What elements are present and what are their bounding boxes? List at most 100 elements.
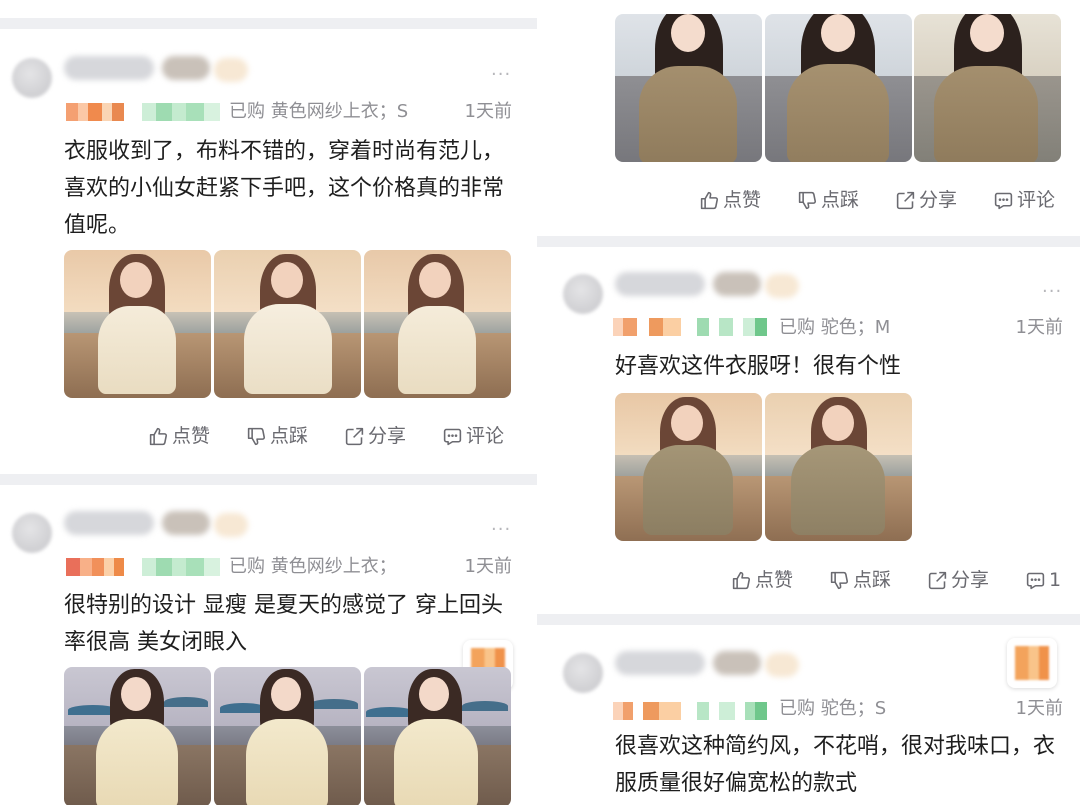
- share-icon: [896, 191, 915, 210]
- review-photo[interactable]: [364, 250, 511, 398]
- like-label: 点赞: [755, 569, 794, 591]
- comment-icon: [994, 192, 1013, 210]
- more-dots-icon[interactable]: ···: [1042, 283, 1062, 301]
- purchase-label: 已购: [229, 101, 265, 122]
- seller-badge: [1007, 638, 1057, 688]
- like-label: 点赞: [723, 189, 762, 211]
- dislike-label: 点踩: [821, 189, 860, 211]
- purchase-info: 已购 驼色；S: [779, 700, 886, 718]
- comment-icon: [443, 428, 462, 446]
- review-photo[interactable]: [914, 14, 1061, 162]
- review-feed: ··· 已购 黄色网纱上衣；S 1天前 衣服收到了，布料不错的，穿着时尚有范儿，…: [0, 0, 1080, 805]
- thumbs-down-icon: [247, 427, 266, 446]
- section-divider: [0, 18, 537, 29]
- review-photo[interactable]: [364, 667, 511, 805]
- review-photo[interactable]: [214, 250, 361, 398]
- username-blurred: [765, 274, 799, 298]
- level-badge-pixelated: [66, 558, 124, 576]
- share-label: 分享: [919, 189, 958, 211]
- purchase-label: 已购: [779, 317, 815, 338]
- username-blurred: [64, 511, 154, 535]
- level-badge-pixelated: [613, 702, 681, 720]
- review-photo[interactable]: [214, 667, 361, 805]
- comment-icon: [1026, 572, 1045, 590]
- username-blurred: [214, 58, 248, 82]
- review-text: 很特别的设计 显瘦 是夏天的感觉了 穿上回头 率很高 美女闭眼入: [64, 593, 503, 655]
- comment-label: 评论: [466, 425, 505, 447]
- purchase-info: 已购 黄色网纱上衣；: [229, 558, 397, 576]
- section-divider: [537, 614, 1080, 625]
- review-time: 1天前: [464, 556, 512, 577]
- like-button[interactable]: 点赞: [699, 190, 761, 211]
- review-photo[interactable]: [64, 250, 211, 398]
- share-button[interactable]: 分享: [927, 570, 989, 591]
- purchase-label: 已购: [229, 556, 265, 577]
- dislike-label: 点踩: [270, 425, 309, 447]
- purchase-label: 已购: [779, 698, 815, 719]
- thumbs-up-icon: [149, 427, 168, 446]
- avatar[interactable]: [563, 653, 603, 693]
- share-icon: [345, 427, 364, 446]
- avatar[interactable]: [563, 274, 603, 314]
- username-blurred: [713, 272, 761, 296]
- share-label: 分享: [368, 425, 407, 447]
- share-button[interactable]: 分享: [344, 426, 406, 447]
- review-time: 1天前: [1015, 698, 1063, 719]
- like-button[interactable]: 点赞: [731, 570, 793, 591]
- thumbs-up-icon: [700, 191, 719, 210]
- comment-count: 1: [1049, 569, 1062, 591]
- username-blurred: [615, 272, 705, 296]
- section-divider: [0, 474, 537, 485]
- purchase-variant: 黄色网纱上衣；: [270, 556, 397, 577]
- thumbs-down-icon: [798, 191, 817, 210]
- comment-label: 评论: [1017, 189, 1056, 211]
- username-blurred: [162, 511, 210, 535]
- comment-button[interactable]: 1: [1025, 570, 1061, 591]
- level-badge-pixelated: [66, 103, 124, 121]
- purchase-variant: 黄色网纱上衣；S: [270, 101, 409, 122]
- share-label: 分享: [951, 569, 990, 591]
- comment-button[interactable]: 评论: [442, 426, 504, 447]
- username-blurred: [214, 513, 248, 537]
- review-actions: 点赞 点踩 分享 评论: [148, 426, 504, 447]
- purchase-variant: 驼色；M: [820, 317, 891, 338]
- purchase-variant: 驼色；S: [820, 698, 887, 719]
- like-label: 点赞: [172, 425, 211, 447]
- dislike-button[interactable]: 点踩: [246, 426, 308, 447]
- avatar[interactable]: [12, 58, 52, 98]
- member-badge-pixelated: [142, 558, 220, 576]
- review-text: 好喜欢这件衣服呀！很有个性: [615, 354, 902, 379]
- member-badge-pixelated: [697, 318, 767, 336]
- like-button[interactable]: 点赞: [148, 426, 210, 447]
- more-dots-icon[interactable]: ···: [491, 521, 511, 539]
- dislike-button[interactable]: 点踩: [797, 190, 859, 211]
- section-divider: [537, 236, 1080, 247]
- share-button[interactable]: 分享: [895, 190, 957, 211]
- purchase-info: 已购 黄色网纱上衣；S: [229, 103, 408, 121]
- dislike-button[interactable]: 点踩: [829, 570, 891, 591]
- member-badge-pixelated: [142, 103, 220, 121]
- review-time: 1天前: [464, 101, 512, 122]
- more-dots-icon[interactable]: ···: [491, 66, 511, 84]
- review-actions: 点赞 点踩 分享 1: [731, 570, 1061, 591]
- username-blurred: [615, 651, 705, 675]
- review-photo[interactable]: [615, 393, 762, 541]
- username-blurred: [765, 653, 799, 677]
- comment-button[interactable]: 评论: [993, 190, 1055, 211]
- member-badge-pixelated: [697, 702, 767, 720]
- review-photo[interactable]: [64, 667, 211, 805]
- review-text: 很喜欢这种简约风，不花哨，很对我味口，衣 服质量很好偏宽松的款式: [615, 734, 1056, 796]
- share-icon: [928, 571, 947, 590]
- right-review-column: 点赞 点踩 分享 评论 ··· 已购 驼色；M 1天前 好喜欢这件衣服呀！很有个…: [537, 0, 1080, 805]
- left-review-column: ··· 已购 黄色网纱上衣；S 1天前 衣服收到了，布料不错的，穿着时尚有范儿，…: [0, 0, 537, 805]
- review-photo[interactable]: [765, 14, 912, 162]
- review-actions: 点赞 点踩 分享 评论: [699, 190, 1055, 211]
- review-photo[interactable]: [615, 14, 762, 162]
- review-photo[interactable]: [765, 393, 912, 541]
- purchase-info: 已购 驼色；M: [779, 319, 890, 337]
- thumbs-down-icon: [830, 571, 849, 590]
- username-blurred: [162, 56, 210, 80]
- username-blurred: [713, 651, 761, 675]
- thumbs-up-icon: [732, 571, 751, 590]
- avatar[interactable]: [12, 513, 52, 553]
